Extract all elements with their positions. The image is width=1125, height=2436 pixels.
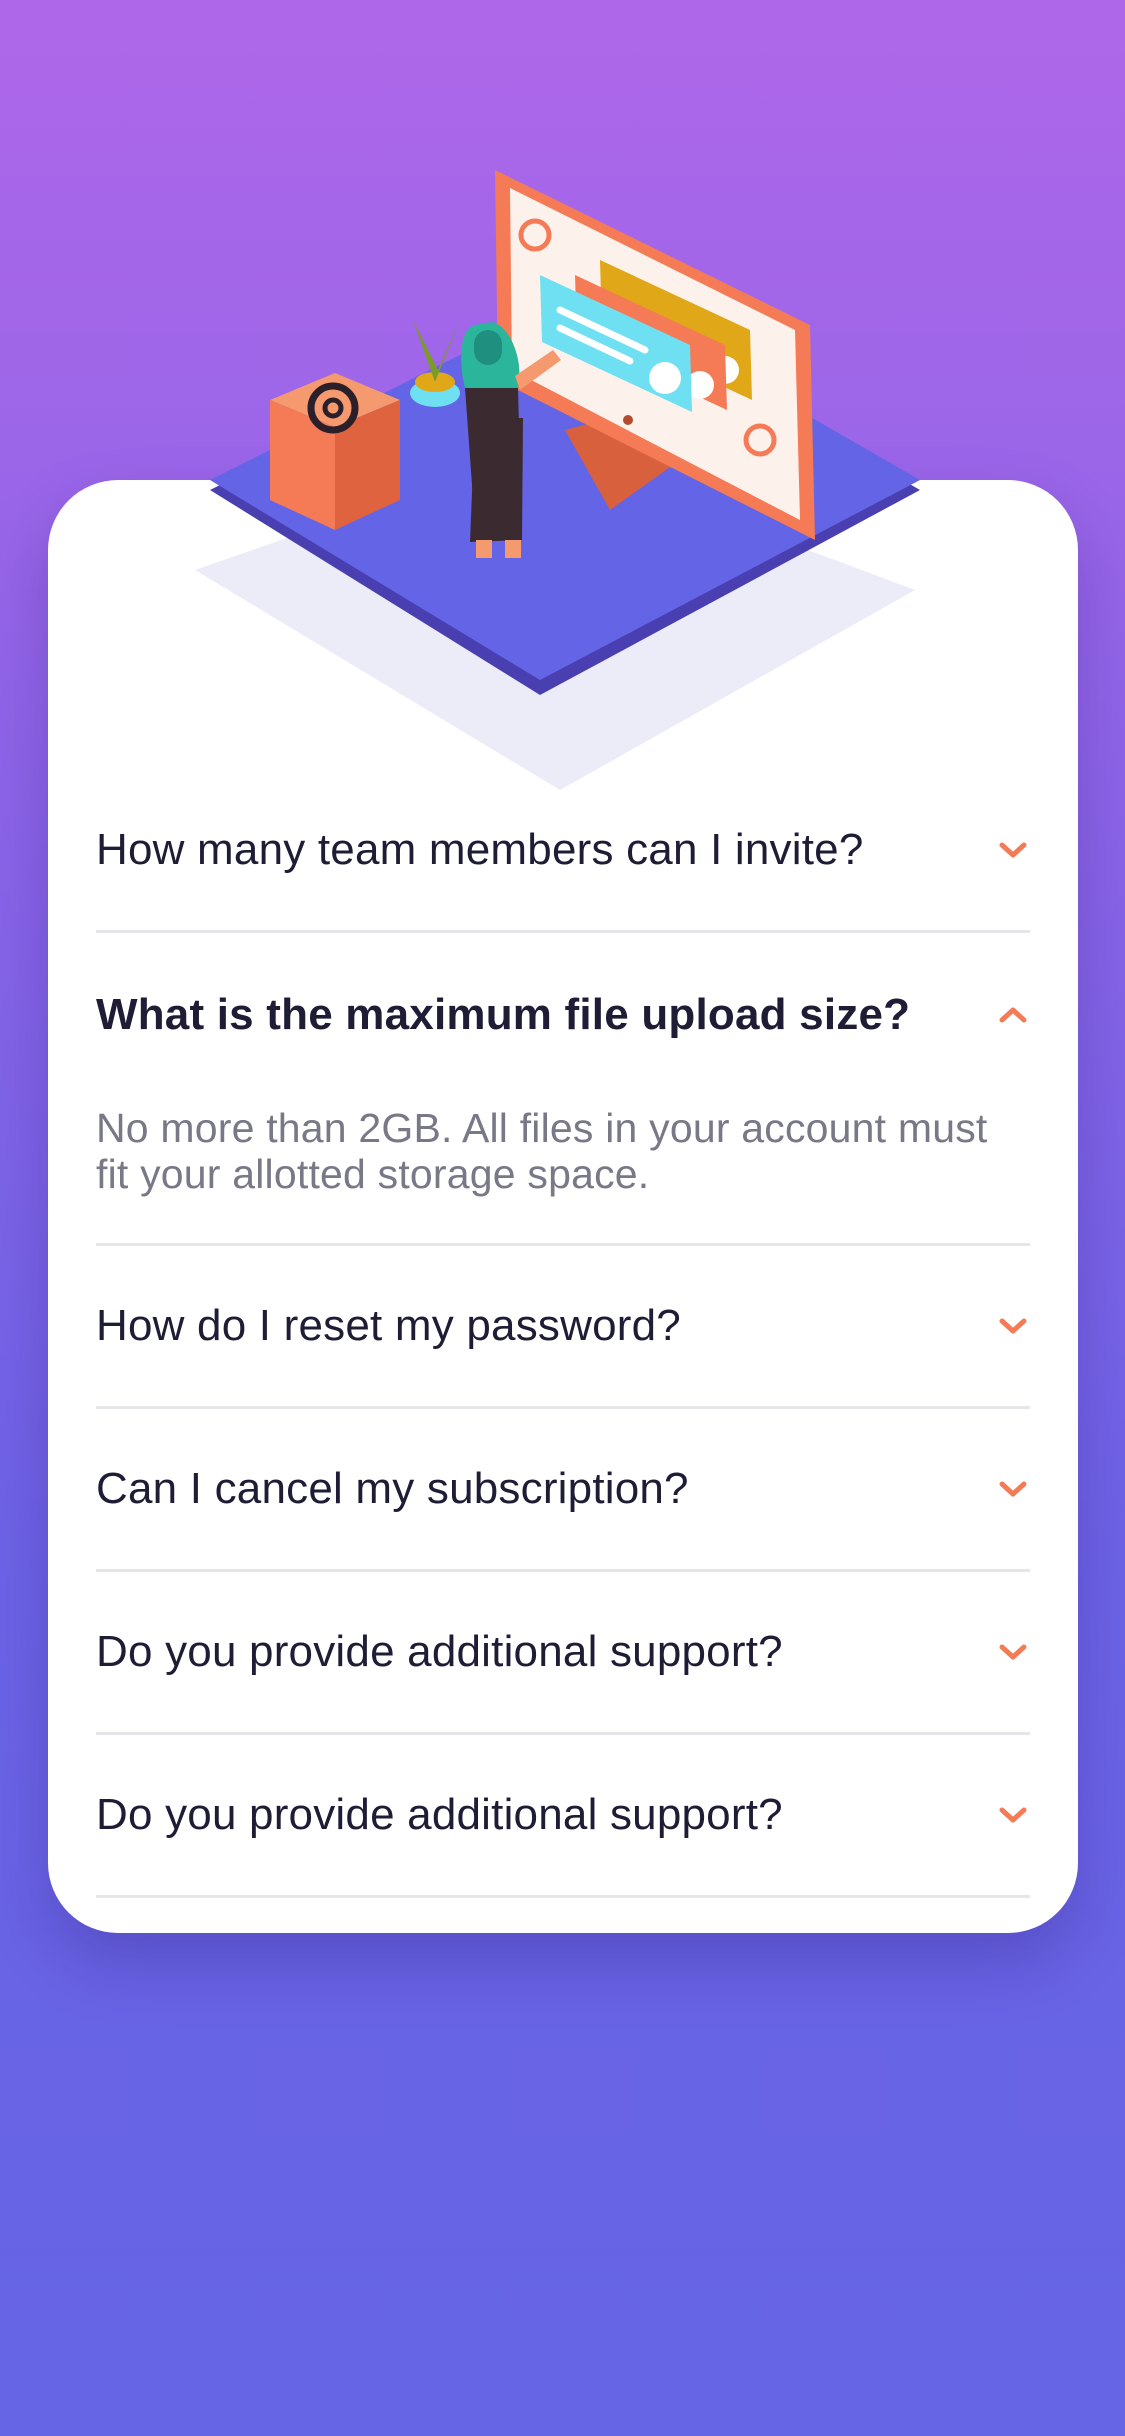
faq-item: Do you provide additional support? (96, 1735, 1030, 1898)
faq-question-text: Can I cancel my subscription? (96, 1464, 689, 1513)
chevron-down-icon[interactable] (996, 1798, 1030, 1832)
faq-question-text: How many team members can I invite? (96, 825, 864, 874)
faq-item: Can I cancel my subscription? (96, 1409, 1030, 1572)
faq-question-toggle[interactable]: How many team members can I invite? (96, 770, 1030, 930)
email-box (270, 373, 400, 530)
chevron-down-icon[interactable] (996, 1472, 1030, 1506)
faq-question-text: What is the maximum file upload size? (96, 990, 911, 1039)
chevron-down-icon[interactable] (996, 1635, 1030, 1669)
faq-question-text: Do you provide additional support? (96, 1790, 783, 1839)
chevron-down-icon[interactable] (996, 833, 1030, 867)
faq-answer-text: No more than 2GB. All files in your acco… (96, 1105, 988, 1197)
chevron-up-icon[interactable] (996, 998, 1030, 1032)
faq-list: How many team members can I invite? What… (96, 770, 1030, 1898)
faq-item: How do I reset my password? (96, 1246, 1030, 1409)
faq-illustration (195, 170, 920, 790)
faq-question-toggle[interactable]: Do you provide additional support? (96, 1572, 1030, 1732)
faq-item: What is the maximum file upload size? No… (96, 933, 1030, 1246)
faq-item: How many team members can I invite? (96, 770, 1030, 933)
faq-question-toggle[interactable]: Do you provide additional support? (96, 1735, 1030, 1895)
faq-question-text: How do I reset my password? (96, 1301, 681, 1350)
faq-question-toggle[interactable]: Can I cancel my subscription? (96, 1409, 1030, 1569)
faq-question-text: Do you provide additional support? (96, 1627, 783, 1676)
faq-question-toggle[interactable]: What is the maximum file upload size? (96, 933, 1030, 1097)
faq-item: Do you provide additional support? (96, 1572, 1030, 1735)
faq-question-toggle[interactable]: How do I reset my password? (96, 1246, 1030, 1406)
chevron-down-icon[interactable] (996, 1309, 1030, 1343)
